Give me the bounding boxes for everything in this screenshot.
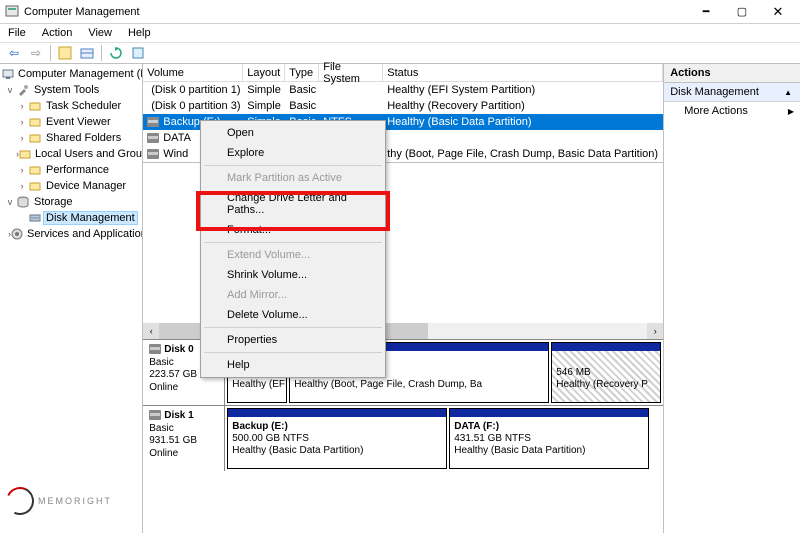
titlebar: Computer Management ━ ▢ ✕ (0, 0, 800, 24)
disk-icon (149, 410, 161, 420)
partition-stripe (228, 409, 446, 417)
menu-item-delete-volume-[interactable]: Delete Volume... (203, 305, 383, 325)
disk-header[interactable]: Disk 1Basic931.51 GBOnline (143, 406, 225, 471)
tree-item-performance[interactable]: ›Performance (0, 162, 142, 178)
tree-item-local-users-and-groups[interactable]: ›Local Users and Groups (0, 146, 142, 162)
tree-storage[interactable]: v Storage (0, 194, 142, 210)
col-status[interactable]: Status (383, 64, 663, 82)
toolbar-separator-2 (101, 45, 102, 61)
expand-icon[interactable]: › (16, 117, 28, 127)
volume-icon (147, 117, 159, 127)
tree-item-task-scheduler[interactable]: ›Task Scheduler (0, 98, 142, 114)
tree-item-event-viewer[interactable]: ›Event Viewer (0, 114, 142, 130)
watermark: MEMORIGHT (6, 487, 112, 515)
menu-item-help[interactable]: Help (203, 355, 383, 375)
window-title: Computer Management (24, 6, 688, 18)
disk-row: Disk 1Basic931.51 GBOnlineBackup (E:)500… (143, 405, 663, 471)
tools-icon (16, 83, 30, 97)
menu-item-change-drive-letter-and-paths-[interactable]: Change Drive Letter and Paths... (203, 188, 383, 220)
maximize-button[interactable]: ▢ (724, 1, 760, 23)
col-fs[interactable]: File System (319, 64, 383, 82)
back-button[interactable]: ⇦ (4, 43, 24, 63)
disk-icon (149, 344, 161, 354)
tree-panel: Computer Management (Local v System Tool… (0, 64, 143, 533)
folder-icon (28, 115, 42, 129)
menu-item-mark-partition-as-active: Mark Partition as Active (203, 168, 383, 188)
menu-action[interactable]: Action (38, 27, 77, 39)
menubar: File Action View Help (0, 24, 800, 42)
folder-icon (28, 99, 42, 113)
tree-disk-management[interactable]: Disk Management (0, 210, 142, 226)
volume-icon (147, 133, 159, 143)
tree-item-shared-folders[interactable]: ›Shared Folders (0, 130, 142, 146)
toolbar-btn-2[interactable] (77, 43, 97, 63)
partition-stripe (552, 343, 660, 351)
storage-icon (16, 195, 30, 209)
volume-row[interactable]: (Disk 0 partition 3) Simple Basic Health… (143, 98, 663, 114)
volume-icon (147, 149, 159, 159)
col-volume[interactable]: Volume (143, 64, 243, 82)
partition[interactable]: 546 MBHealthy (Recovery P (551, 342, 661, 403)
folder-icon (28, 131, 42, 145)
expand-icon[interactable]: › (16, 165, 28, 175)
menu-separator (204, 352, 382, 353)
folder-icon (19, 147, 31, 161)
actions-section[interactable]: Disk Management ▲ (664, 83, 800, 102)
actions-more[interactable]: More Actions ▶ (664, 102, 800, 120)
menu-item-explore[interactable]: Explore (203, 143, 383, 163)
menu-help[interactable]: Help (124, 27, 155, 39)
forward-button[interactable]: ⇨ (26, 43, 46, 63)
folder-icon (28, 163, 42, 177)
app-icon (4, 4, 20, 20)
scroll-right-arrow[interactable]: › (647, 323, 663, 339)
collapse-icon: ▲ (784, 88, 792, 97)
toolbar: ⇦ ⇨ (0, 42, 800, 64)
tree-root[interactable]: Computer Management (Local (0, 66, 142, 82)
menu-item-properties[interactable]: Properties (203, 330, 383, 350)
volume-row[interactable]: (Disk 0 partition 1) Simple Basic Health… (143, 82, 663, 98)
expand-icon[interactable]: › (16, 101, 28, 111)
toolbar-separator (50, 45, 51, 61)
menu-view[interactable]: View (84, 27, 116, 39)
disk-icon (28, 211, 42, 225)
menu-item-format-[interactable]: Format... (203, 220, 383, 240)
menu-separator (204, 165, 382, 166)
menu-item-add-mirror-: Add Mirror... (203, 285, 383, 305)
toolbar-btn-1[interactable] (55, 43, 75, 63)
minimize-button[interactable]: ━ (688, 1, 724, 23)
tree-item-device-manager[interactable]: ›Device Manager (0, 178, 142, 194)
menu-item-shrink-volume-[interactable]: Shrink Volume... (203, 265, 383, 285)
computer-icon (2, 67, 14, 81)
partition[interactable]: Backup (E:)500.00 GB NTFSHealthy (Basic … (227, 408, 447, 469)
expand-icon[interactable]: › (16, 181, 28, 191)
tree-system-tools[interactable]: v System Tools (0, 82, 142, 98)
scroll-left-arrow[interactable]: ‹ (143, 323, 159, 339)
close-button[interactable]: ✕ (760, 1, 796, 23)
partition[interactable]: DATA (F:)431.51 GB NTFSHealthy (Basic Da… (449, 408, 649, 469)
menu-separator (204, 242, 382, 243)
col-layout[interactable]: Layout (243, 64, 285, 82)
actions-header: Actions (664, 64, 800, 83)
refresh-button[interactable] (106, 43, 126, 63)
expand-icon[interactable]: v (4, 197, 16, 207)
tree-services[interactable]: › Services and Applications (0, 226, 142, 242)
watermark-icon (2, 483, 38, 519)
expand-icon[interactable]: › (16, 133, 28, 143)
expand-icon[interactable]: v (4, 85, 16, 95)
menu-item-open[interactable]: Open (203, 123, 383, 143)
menu-separator (204, 327, 382, 328)
menu-item-extend-volume-: Extend Volume... (203, 245, 383, 265)
toolbar-btn-4[interactable] (128, 43, 148, 63)
col-type[interactable]: Type (285, 64, 319, 82)
menu-file[interactable]: File (4, 27, 30, 39)
services-icon (11, 227, 23, 241)
submenu-icon: ▶ (788, 107, 794, 116)
context-menu[interactable]: OpenExplore Mark Partition as ActiveChang… (200, 120, 386, 378)
volume-list-header: Volume Layout Type File System Status (143, 64, 663, 82)
actions-panel: Actions Disk Management ▲ More Actions ▶ (664, 64, 800, 533)
folder-icon (28, 179, 42, 193)
partition-stripe (450, 409, 648, 417)
